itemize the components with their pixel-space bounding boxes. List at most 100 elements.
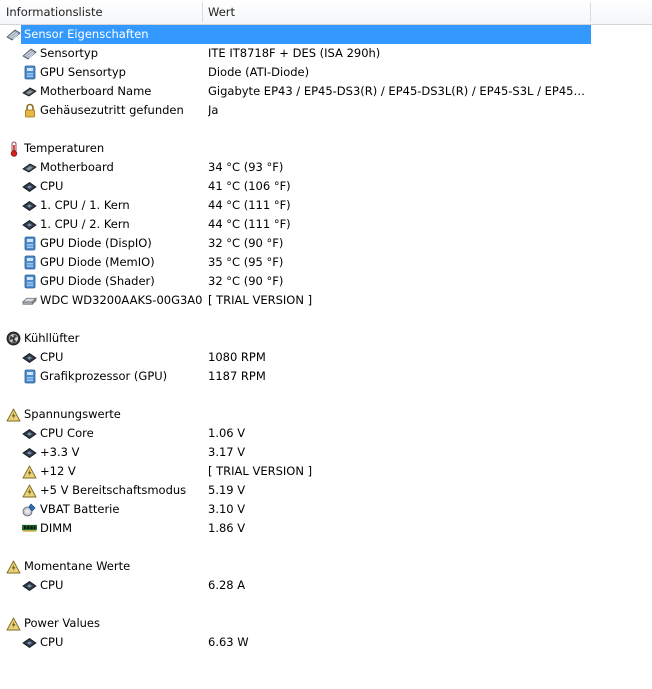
sensor-label: 1. CPU / 2. Kern xyxy=(40,217,130,231)
group-title: Momentane Werte xyxy=(24,559,131,573)
group-header[interactable]: Kühllüfter xyxy=(0,329,652,348)
sensor-row[interactable]: DIMM 1.86 V xyxy=(0,519,652,538)
sensor-value: 41 °C (106 °F) xyxy=(208,179,291,193)
gpu-icon xyxy=(22,236,37,251)
group-title: Sensor Eigenschaften xyxy=(24,27,149,41)
sensor-row[interactable]: GPU Sensortyp Diode (ATI-Diode) xyxy=(0,63,652,82)
sensor-row[interactable]: CPU 1080 RPM xyxy=(0,348,652,367)
sensor-label: GPU Sensortyp xyxy=(40,65,126,79)
sensor-label: CPU xyxy=(40,578,64,592)
sensor-row[interactable]: GPU Diode (DispIO) 32 °C (90 °F) xyxy=(0,234,652,253)
battery-icon xyxy=(22,502,37,517)
sensor-value: 5.19 V xyxy=(208,483,246,497)
voltage-icon xyxy=(6,559,21,574)
thermometer-icon xyxy=(6,141,21,157)
sensor-icon xyxy=(6,27,21,42)
sensor-row[interactable]: Sensortyp ITE IT8718F + DES (ISA 290h) xyxy=(0,44,652,63)
gpu-icon xyxy=(22,369,37,384)
sensor-label: GPU Diode (MemIO) xyxy=(40,255,155,269)
sensor-label: GPU Diode (DispIO) xyxy=(40,236,152,250)
column-header-wert[interactable]: Wert xyxy=(208,5,235,19)
column-separator[interactable] xyxy=(590,2,591,22)
cpu-icon xyxy=(22,578,37,593)
sensor-row[interactable]: +12 V [ TRIAL VERSION ] xyxy=(0,462,652,481)
voltage-icon xyxy=(6,616,21,631)
sensor-label: CPU xyxy=(40,635,64,649)
cpu-icon xyxy=(22,179,37,194)
sensor-row[interactable]: 1. CPU / 1. Kern 44 °C (111 °F) xyxy=(0,196,652,215)
sensor-row[interactable]: +5 V Bereitschaftsmodus 5.19 V xyxy=(0,481,652,500)
sensor-row[interactable]: 1. CPU / 2. Kern 44 °C (111 °F) xyxy=(0,215,652,234)
sensor-label: GPU Diode (Shader) xyxy=(40,274,155,288)
gpu-icon xyxy=(22,65,37,80)
fan-icon xyxy=(6,331,21,346)
sensor-row[interactable]: GPU Diode (Shader) 32 °C (90 °F) xyxy=(0,272,652,291)
harddisk-icon xyxy=(22,293,37,308)
sensor-value: 1.06 V xyxy=(208,426,246,440)
sensor-label: Motherboard Name xyxy=(40,84,152,98)
group-title: Power Values xyxy=(24,616,100,630)
column-header-informationsliste[interactable]: Informationsliste xyxy=(6,5,103,19)
sensor-row[interactable]: Gehäusezutritt gefunden Ja xyxy=(0,101,652,120)
sensor-value: ITE IT8718F + DES (ISA 290h) xyxy=(208,46,381,60)
group-header[interactable]: Spannungswerte xyxy=(0,405,652,424)
sensor-row[interactable]: GPU Diode (MemIO) 35 °C (95 °F) xyxy=(0,253,652,272)
voltage-icon xyxy=(22,464,37,479)
sensor-label: Grafikprozessor (GPU) xyxy=(40,369,168,383)
sensor-row[interactable]: CPU 41 °C (106 °F) xyxy=(0,177,652,196)
sensor-label: 1. CPU / 1. Kern xyxy=(40,198,130,212)
group-header[interactable]: Momentane Werte xyxy=(0,557,652,576)
gpu-icon xyxy=(22,274,37,289)
group-header[interactable]: Sensor Eigenschaften xyxy=(0,25,652,44)
sensor-label: CPU xyxy=(40,179,64,193)
group-header[interactable]: Power Values xyxy=(0,614,652,633)
sensor-value: 3.17 V xyxy=(208,445,246,459)
sensor-value: [ TRIAL VERSION ] xyxy=(208,464,313,478)
sensor-value: 1080 RPM xyxy=(208,350,266,364)
sensor-value: 32 °C (90 °F) xyxy=(208,236,284,250)
sensor-value: 44 °C (111 °F) xyxy=(208,217,291,231)
group-title: Kühllüfter xyxy=(24,331,80,345)
sensor-value: 6.63 W xyxy=(208,635,249,649)
sensor-row[interactable]: VBAT Batterie 3.10 V xyxy=(0,500,652,519)
memory-icon xyxy=(22,521,37,536)
sensor-value: 32 °C (90 °F) xyxy=(208,274,284,288)
lock-icon xyxy=(22,103,37,118)
sensor-value: 1.86 V xyxy=(208,521,246,535)
sensor-value: 1187 RPM xyxy=(208,369,266,383)
sensor-label: +5 V Bereitschaftsmodus xyxy=(40,483,187,497)
sensor-value: 44 °C (111 °F) xyxy=(208,198,291,212)
cpu-icon xyxy=(22,350,37,365)
sensor-value: Diode (ATI-Diode) xyxy=(208,65,310,79)
sensor-row[interactable]: +3.3 V 3.17 V xyxy=(0,443,652,462)
sensor-label: WDC WD3200AAKS-00G3A0 xyxy=(40,293,203,307)
sensor-label: Motherboard xyxy=(40,160,114,174)
sensor-label: DIMM xyxy=(40,521,73,535)
column-separator[interactable] xyxy=(202,2,203,22)
sensor-row[interactable]: Grafikprozessor (GPU) 1187 RPM xyxy=(0,367,652,386)
group-title: Spannungswerte xyxy=(24,407,121,421)
sensor-row[interactable]: WDC WD3200AAKS-00G3A0 [ TRIAL VERSION ] xyxy=(0,291,652,310)
sensor-label: +12 V xyxy=(40,464,76,478)
voltage-icon xyxy=(6,407,21,422)
sensor-value: Ja xyxy=(208,103,219,117)
sensor-label: CPU xyxy=(40,350,64,364)
gpu-icon xyxy=(22,255,37,270)
sensor-value: 6.28 A xyxy=(208,578,246,592)
sensor-value: Gigabyte EP43 / EP45-DS3(R) / EP45-DS3L(… xyxy=(208,84,588,98)
cpu-icon xyxy=(22,426,37,441)
sensor-row[interactable]: CPU 6.28 A xyxy=(0,576,652,595)
sensor-row[interactable]: CPU Core 1.06 V xyxy=(0,424,652,443)
cpu-icon xyxy=(22,445,37,460)
sensor-icon xyxy=(22,46,37,61)
cpu-icon xyxy=(22,635,37,650)
sensor-label: Sensortyp xyxy=(40,46,99,60)
sensor-row[interactable]: Motherboard 34 °C (93 °F) xyxy=(0,158,652,177)
cpu-icon xyxy=(22,217,37,232)
sensor-label: +3.3 V xyxy=(40,445,80,459)
group-header[interactable]: Temperaturen xyxy=(0,139,652,158)
sensor-row[interactable]: Motherboard Name Gigabyte EP43 / EP45-DS3… xyxy=(0,82,652,101)
sensor-label: Gehäusezutritt gefunden xyxy=(40,103,184,117)
sensor-row[interactable]: CPU 6.63 W xyxy=(0,633,652,652)
sensor-value: 3.10 V xyxy=(208,502,246,516)
